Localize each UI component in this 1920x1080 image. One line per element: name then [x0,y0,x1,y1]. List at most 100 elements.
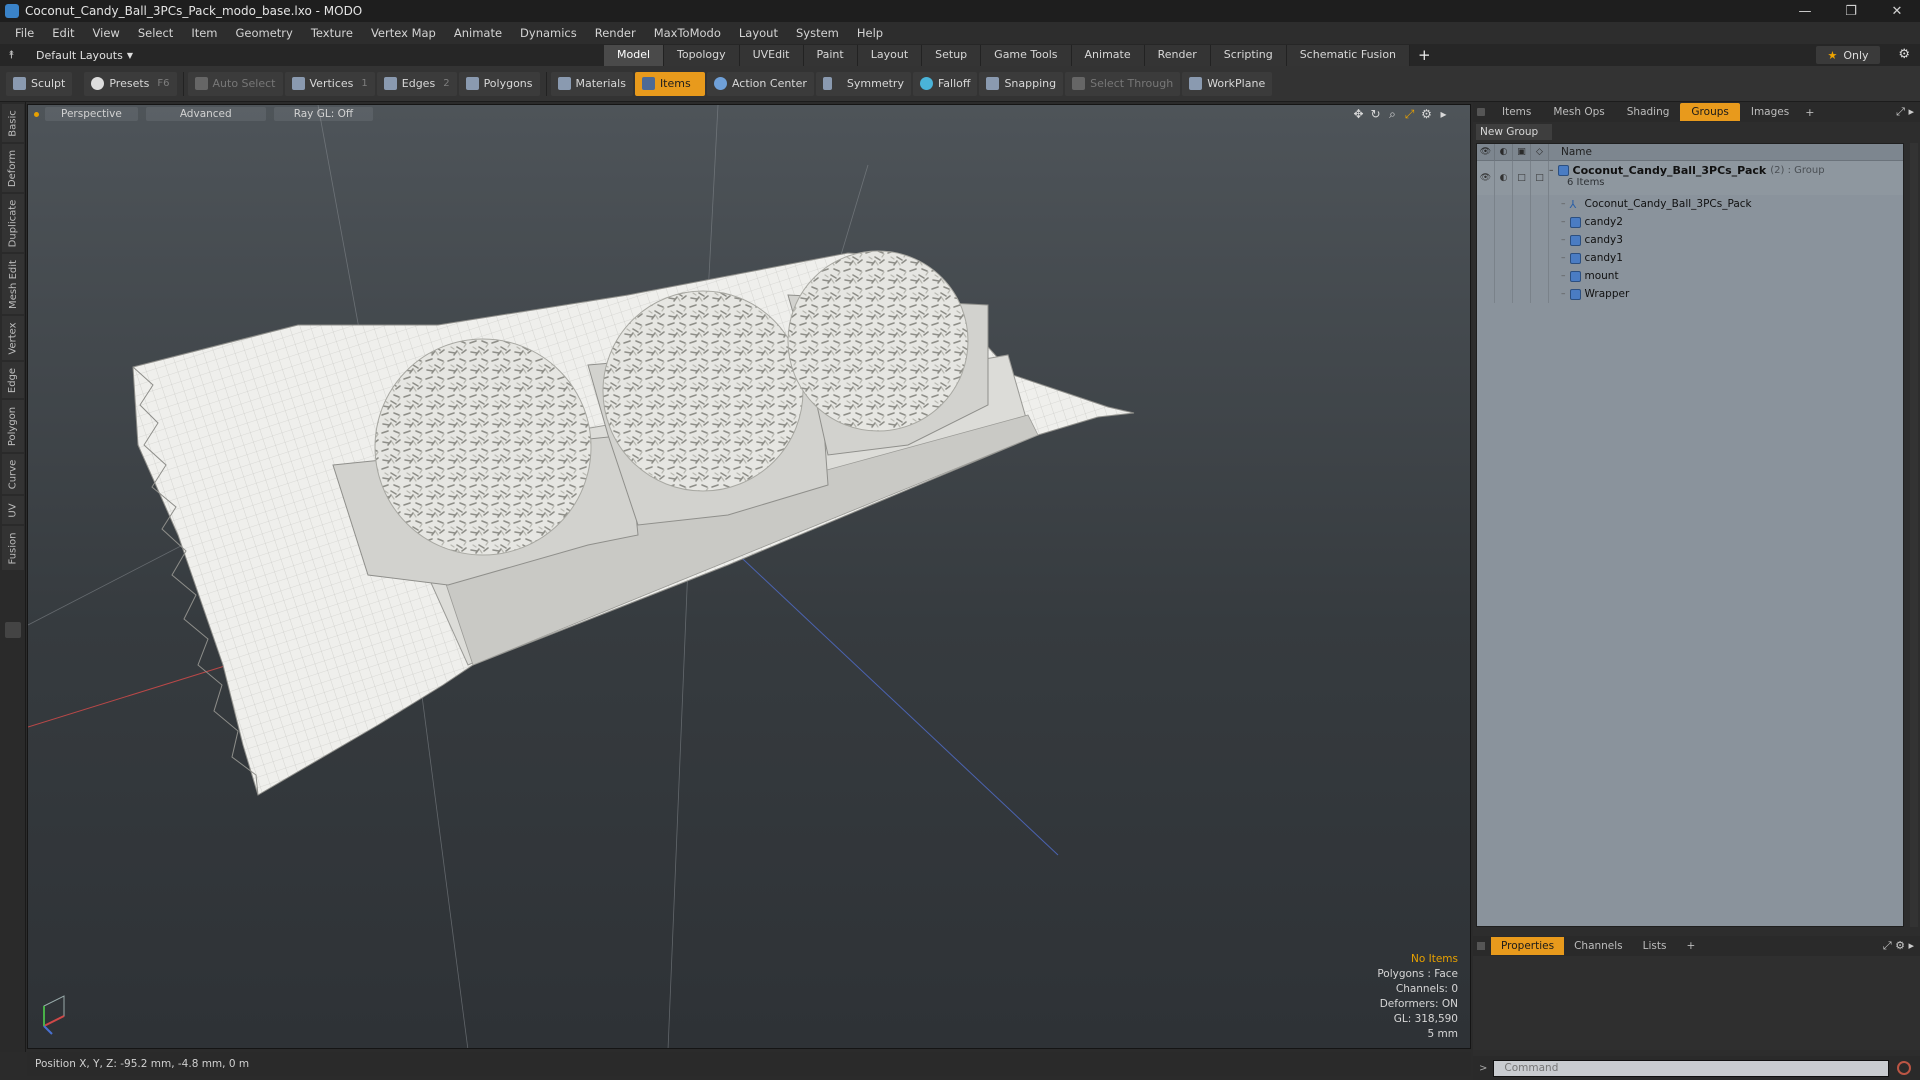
settings-icon[interactable]: ⚙ [1418,107,1435,122]
tab-schematic-fusion[interactable]: Schematic Fusion [1286,45,1411,66]
lock-toggle-icon[interactable]: □ [1513,161,1531,195]
panel-settings-icon[interactable]: ⤢ ⚙ ▸ [1883,939,1914,953]
vtab-fusion[interactable]: Fusion [2,526,24,570]
menu-item[interactable]: Item [182,26,226,40]
edges-button[interactable]: Edges 2 [376,71,457,96]
visibility-column-icon[interactable]: 👁 [1477,143,1495,161]
menu-animate[interactable]: Animate [445,26,511,40]
materials-button[interactable]: Materials [550,71,633,96]
fit-icon[interactable]: ⤢ [1401,107,1418,122]
render-toggle-icon[interactable]: ◐ [1495,161,1513,195]
tab-uvedit[interactable]: UVEdit [739,45,804,66]
layout-selector[interactable]: ⯭ Default Layouts ▼ [8,48,188,62]
tab-items[interactable]: Items [1491,103,1542,121]
menu-file[interactable]: File [6,26,43,40]
snapping-button[interactable]: Snapping [979,71,1064,96]
menu-layout[interactable]: Layout [730,26,787,40]
tab-shading[interactable]: Shading [1616,103,1681,121]
list-item[interactable]: – candy3 [1477,231,1903,249]
tab-render[interactable]: Render [1144,45,1211,66]
shading-mode-button[interactable]: Advanced [145,107,266,121]
vtab-edge[interactable]: Edge [2,362,24,398]
record-macro-icon[interactable] [1897,1061,1912,1075]
menu-help[interactable]: Help [848,26,892,40]
items-button[interactable]: Items [634,71,705,96]
vtab-curve[interactable]: Curve [2,454,24,494]
raygl-button[interactable]: Ray GL: Off [273,107,374,121]
vtab-basic[interactable]: Basic [2,104,24,142]
new-group-button[interactable]: New Group [1476,124,1552,140]
panel-expand-icon[interactable]: ⤢ ▸ [1896,105,1914,119]
auto-select-button[interactable]: Auto Select [187,71,283,96]
panel-menu-icon[interactable] [1477,108,1485,116]
close-icon[interactable]: ✕ [1874,0,1920,22]
tab-animate[interactable]: Animate [1071,45,1145,66]
tab-topology[interactable]: Topology [664,45,740,66]
expand-arrow-icon[interactable]: ▸ [1435,107,1452,122]
menu-vertex-map[interactable]: Vertex Map [362,26,445,40]
add-tab-icon[interactable]: + [1410,44,1439,66]
group-row[interactable]: 👁 ◐ □ □ – Coconut_Candy_Ball_3PCs_Pack (… [1477,161,1903,195]
menu-render[interactable]: Render [586,26,645,40]
vtab-duplicate[interactable]: Duplicate [2,194,24,252]
vtab-uv[interactable]: UV [2,496,24,524]
vtab-deform[interactable]: Deform [2,144,24,192]
menu-system[interactable]: System [787,26,848,40]
menu-select[interactable]: Select [129,26,182,40]
action-center-button[interactable]: Action Center [706,71,814,96]
sculpt-button[interactable]: Sculpt [6,71,73,96]
list-item[interactable]: – mount [1477,267,1903,285]
add-tab-icon[interactable]: + [1676,937,1705,955]
vtab-vertex[interactable]: Vertex [2,316,24,360]
expand-panel-button[interactable] [5,622,21,638]
tab-groups[interactable]: Groups [1680,103,1740,121]
command-input[interactable] [1493,1059,1890,1077]
menu-dynamics[interactable]: Dynamics [511,26,586,40]
view-mode-button[interactable]: Perspective [45,107,138,121]
name-column-header[interactable]: Name [1561,146,1592,158]
list-item[interactable]: – candy1 [1477,249,1903,267]
vtab-mesh-edit[interactable]: Mesh Edit [2,254,24,314]
add-tab-icon[interactable]: + [1800,106,1819,119]
polygons-button[interactable]: Polygons [458,71,540,96]
vtab-polygon[interactable]: Polygon [2,400,24,452]
vertices-button[interactable]: Vertices 1 [284,71,375,96]
select-column-icon[interactable]: ◇ [1531,143,1549,161]
tab-layout[interactable]: Layout [857,45,923,66]
tab-paint[interactable]: Paint [803,45,858,66]
tab-images[interactable]: Images [1740,103,1800,121]
visibility-eye-icon[interactable]: 👁 [1477,161,1495,195]
rotate-icon[interactable]: ↻ [1367,107,1384,122]
gear-icon[interactable]: ⚙ [1898,47,1910,62]
select-through-button[interactable]: Select Through [1065,71,1181,96]
tab-game-tools[interactable]: Game Tools [981,45,1072,66]
list-item[interactable]: – ⅄ Coconut_Candy_Ball_3PCs_Pack [1477,195,1903,213]
tab-channels[interactable]: Channels [1564,937,1633,955]
menu-view[interactable]: View [84,26,129,40]
3d-viewport[interactable]: Perspective Advanced Ray GL: Off ✥ ↻ ⌕ ⤢… [27,104,1471,1049]
tab-lists[interactable]: Lists [1633,937,1677,955]
collapse-arrow-icon[interactable]: – [1549,166,1554,176]
list-item[interactable]: – Wrapper [1477,285,1903,303]
minimize-icon[interactable]: — [1782,0,1828,22]
select-toggle-icon[interactable]: □ [1531,161,1549,195]
groups-list-scrollbar[interactable] [1910,143,1918,927]
collapse-up-icon[interactable]: ⯭ [8,48,22,62]
panel-menu-icon[interactable] [1477,942,1485,950]
tab-model[interactable]: Model [604,45,665,66]
render-column-icon[interactable]: ◐ [1495,143,1513,161]
tab-scripting[interactable]: Scripting [1210,45,1287,66]
viewport-menu-dot-icon[interactable] [34,111,39,117]
restore-icon[interactable]: ❐ [1828,0,1874,22]
menu-texture[interactable]: Texture [302,26,362,40]
menu-maxtomodo[interactable]: MaxToModo [645,26,730,40]
tab-mesh-ops[interactable]: Mesh Ops [1542,103,1615,121]
falloff-button[interactable]: Falloff [912,71,978,96]
tab-properties[interactable]: Properties [1491,937,1565,955]
tab-setup[interactable]: Setup [922,45,982,66]
only-toggle[interactable]: ★ Only [1816,46,1880,64]
pan-icon[interactable]: ✥ [1350,107,1367,122]
workplane-button[interactable]: WorkPlane [1182,71,1273,96]
menu-edit[interactable]: Edit [43,26,83,40]
lock-column-icon[interactable]: ▣ [1513,143,1531,161]
